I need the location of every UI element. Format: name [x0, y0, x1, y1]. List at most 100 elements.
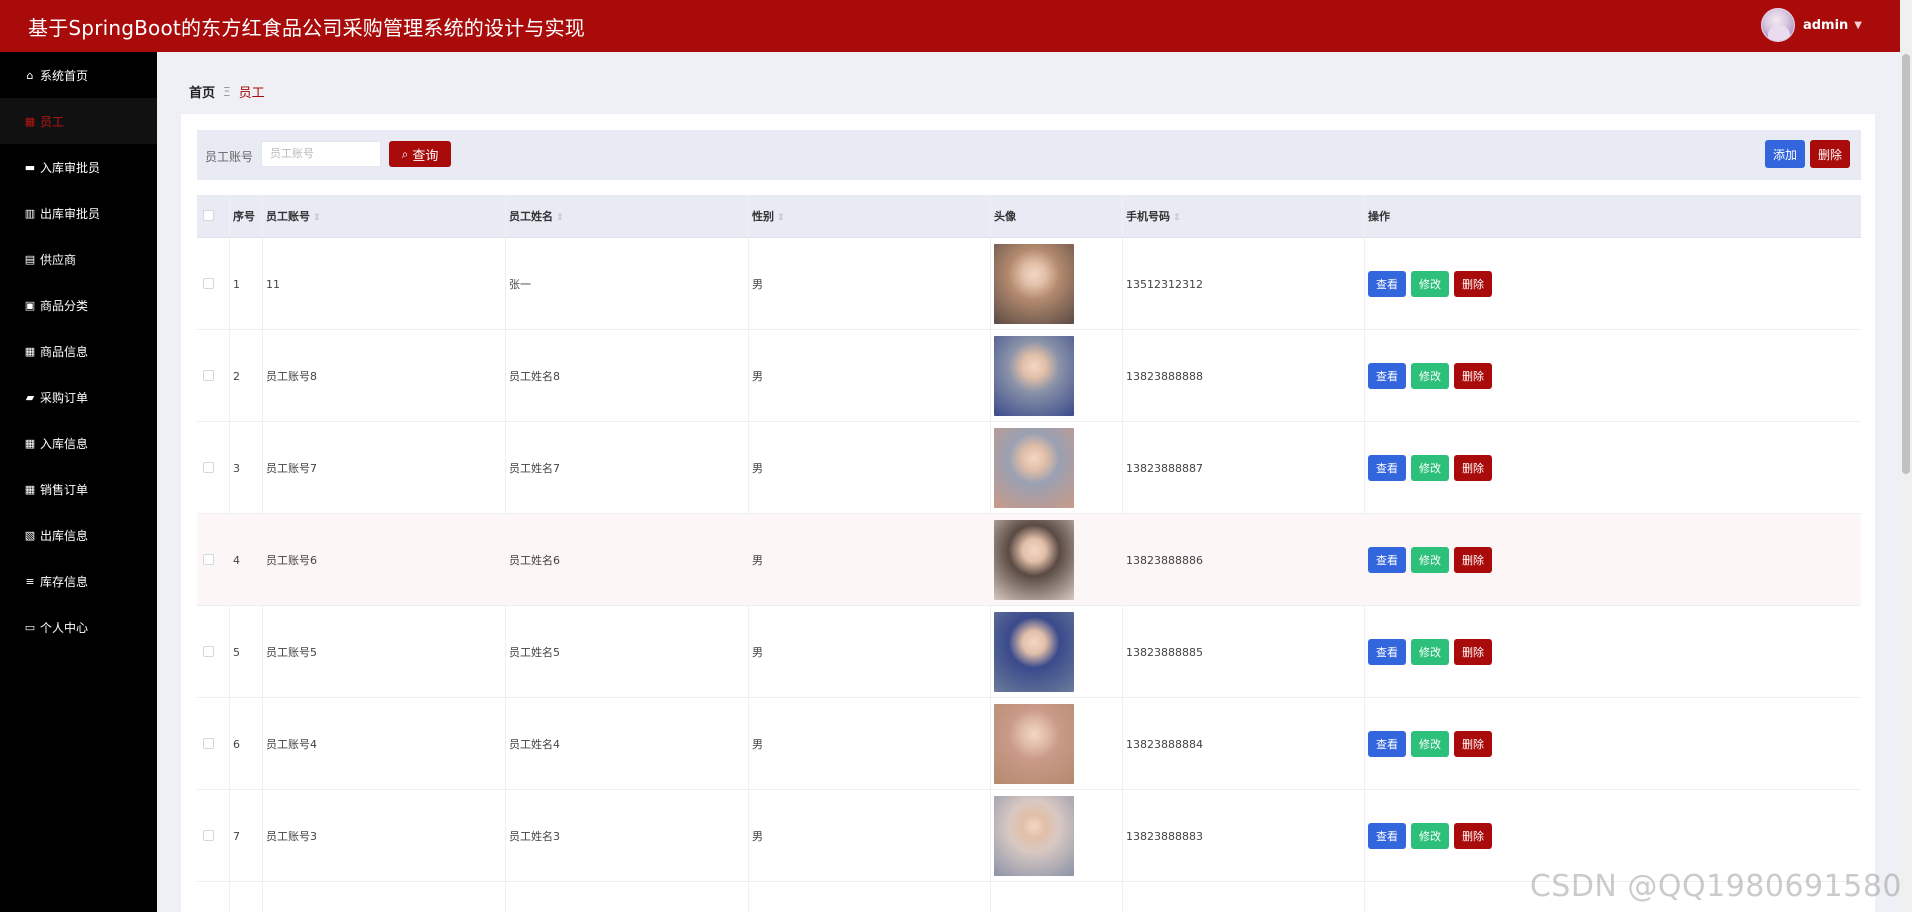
table-row[interactable]: 3 员工账号7 员工姓名7 男 13823888887 查看 修改 删除 [197, 422, 1861, 514]
sidebar-item-1[interactable]: ▦ 员工 [0, 98, 157, 144]
col-account-header[interactable]: 员工账号 ⇕ [266, 195, 321, 238]
row-checkbox[interactable] [203, 370, 214, 381]
search-icon: ⌕ [401, 146, 409, 161]
sidebar-item-label: 个人中心 [40, 620, 89, 635]
col-name-header[interactable]: 员工姓名 ⇕ [509, 195, 564, 238]
sidebar-item-label: 供应商 [40, 252, 77, 267]
row-checkbox[interactable] [203, 554, 214, 565]
view-button[interactable]: 查看 [1368, 363, 1406, 389]
employee-avatar-image [994, 796, 1074, 876]
sort-icon[interactable]: ⇕ [1173, 213, 1181, 223]
table-row[interactable]: 2 员工账号8 员工姓名8 男 13823888888 查看 修改 删除 [197, 330, 1861, 422]
delete-button[interactable]: 删除 [1454, 363, 1492, 389]
account-search-input[interactable]: 员工账号 [261, 141, 381, 167]
row-gender: 男 [752, 646, 763, 659]
user-menu[interactable]: admin ▼ [1760, 6, 1862, 44]
sort-icon[interactable]: ⇕ [556, 213, 564, 223]
row-gender: 男 [752, 278, 763, 291]
row-name: 员工姓名6 [509, 554, 560, 567]
row-actions: 查看 修改 删除 [1368, 790, 1492, 882]
view-button[interactable]: 查看 [1368, 547, 1406, 573]
row-actions: 查看 修改 删除 [1368, 698, 1492, 790]
table-row[interactable]: 6 员工账号4 员工姓名4 男 13823888884 查看 修改 删除 [197, 698, 1861, 790]
row-checkbox[interactable] [203, 462, 214, 473]
query-button[interactable]: ⌕ 查询 [389, 141, 451, 167]
sidebar-item-8[interactable]: ▦ 入库信息 [0, 420, 157, 466]
sidebar-item-6[interactable]: ▦ 商品信息 [0, 328, 157, 374]
edit-button[interactable]: 修改 [1411, 731, 1449, 757]
col-gender-header[interactable]: 性别 ⇕ [752, 195, 785, 238]
delete-button[interactable]: 删除 [1454, 823, 1492, 849]
edit-button[interactable]: 修改 [1411, 547, 1449, 573]
delete-button[interactable]: 删除 [1454, 455, 1492, 481]
row-index: 2 [233, 369, 240, 383]
page-scrollbar[interactable] [1900, 0, 1912, 912]
col-actions-header: 操作 [1368, 195, 1390, 238]
sort-icon[interactable]: ⇕ [777, 213, 785, 223]
edit-button[interactable]: 修改 [1411, 455, 1449, 481]
top-header: 基于SpringBoot的东方红食品公司采购管理系统的设计与实现 admin ▼ [0, 0, 1900, 52]
table-row[interactable]: 1 11 张一男 13512312312 查看 修改 删除 [197, 238, 1861, 330]
delete-button[interactable]: 删除 [1454, 731, 1492, 757]
sidebar-item-7[interactable]: ▰ 采购订单 [0, 374, 157, 420]
edit-button[interactable]: 修改 [1411, 271, 1449, 297]
sidebar-item-5[interactable]: ▣ 商品分类 [0, 282, 157, 328]
employee-table: 序号 员工账号 ⇕ 员工姓名 ⇕ 性别 ⇕ 头像 手机号码 ⇕ 操作 1 11 张一男 135123123… [197, 195, 1861, 912]
row-checkbox[interactable] [203, 646, 214, 657]
table-row[interactable]: 4 员工账号6 员工姓名6 男 13823888886 查看 修改 删除 [197, 514, 1861, 606]
sidebar-item-label: 销售订单 [40, 482, 89, 497]
view-button[interactable]: 查看 [1368, 639, 1406, 665]
view-button[interactable]: 查看 [1368, 271, 1406, 297]
edit-button[interactable]: 修改 [1411, 823, 1449, 849]
table-header: 序号 员工账号 ⇕ 员工姓名 ⇕ 性别 ⇕ 头像 手机号码 ⇕ 操作 [197, 195, 1861, 238]
user-name[interactable]: admin [1803, 18, 1848, 33]
select-all-checkbox[interactable] [203, 210, 214, 221]
view-button[interactable]: 查看 [1368, 823, 1406, 849]
search-label: 员工账号 [205, 150, 254, 164]
edit-button[interactable]: 修改 [1411, 363, 1449, 389]
row-name: 员工姓名3 [509, 830, 560, 843]
delete-button[interactable]: 删除 [1454, 271, 1492, 297]
sidebar-item-2[interactable]: ▬ 入库审批员 [0, 144, 157, 190]
row-index: 6 [233, 737, 240, 751]
breadcrumb-current: 员工 [238, 86, 265, 101]
batch-delete-button[interactable]: 删除 [1810, 140, 1850, 168]
scrollbar-thumb[interactable] [1902, 54, 1910, 474]
col-phone-header[interactable]: 手机号码 ⇕ [1126, 195, 1181, 238]
row-checkbox[interactable] [203, 830, 214, 841]
sidebar-item-3[interactable]: ▥ 出库审批员 [0, 190, 157, 236]
sidebar-item-10[interactable]: ▧ 出库信息 [0, 512, 157, 558]
sidebar-item-11[interactable]: ≡ 库存信息 [0, 558, 157, 604]
watermark: CSDN @QQ1980691580 [1529, 869, 1902, 904]
row-avatar [994, 330, 1074, 422]
sort-icon[interactable]: ⇕ [313, 213, 321, 223]
sidebar-item-12[interactable]: ▭ 个人中心 [0, 604, 157, 650]
breadcrumb-home[interactable]: 首页 [189, 82, 215, 101]
row-checkbox[interactable] [203, 738, 214, 749]
row-gender: 男 [752, 370, 763, 383]
view-button[interactable]: 查看 [1368, 455, 1406, 481]
row-name: 员工姓名5 [509, 646, 560, 659]
row-index: 5 [233, 645, 240, 659]
view-button[interactable]: 查看 [1368, 731, 1406, 757]
row-name: 员工姓名8 [509, 370, 560, 383]
sidebar: ⌂ 系统首页 ▦ 员工 ▬ 入库审批员 ▥ 出库审批员 ▤ 供应商 ▣ 商品分类 ▦ 商品信息 ▰ 采购订单 ▦… [0, 52, 157, 912]
column-label: 头像 [994, 210, 1016, 223]
user-avatar[interactable] [1760, 8, 1795, 42]
row-actions: 查看 修改 删除 [1368, 514, 1492, 606]
row-avatar [994, 238, 1074, 330]
delete-button[interactable]: 删除 [1454, 639, 1492, 665]
employee-avatar-image [994, 520, 1074, 600]
list-icon: ≡ [25, 574, 35, 588]
row-phone: 13823888886 [1126, 553, 1203, 567]
table-row[interactable]: 5 员工账号5 员工姓名5 男 13823888885 查看 修改 删除 [197, 606, 1861, 698]
sidebar-item-4[interactable]: ▤ 供应商 [0, 236, 157, 282]
row-checkbox[interactable] [203, 278, 214, 289]
row-phone: 13512312312 [1126, 277, 1203, 291]
add-button[interactable]: 添加 [1765, 140, 1805, 168]
sidebar-item-9[interactable]: ▦ 销售订单 [0, 466, 157, 512]
caret-down-icon[interactable]: ▼ [1854, 20, 1862, 31]
edit-button[interactable]: 修改 [1411, 639, 1449, 665]
delete-button[interactable]: 删除 [1454, 547, 1492, 573]
sidebar-item-0[interactable]: ⌂ 系统首页 [0, 52, 157, 98]
